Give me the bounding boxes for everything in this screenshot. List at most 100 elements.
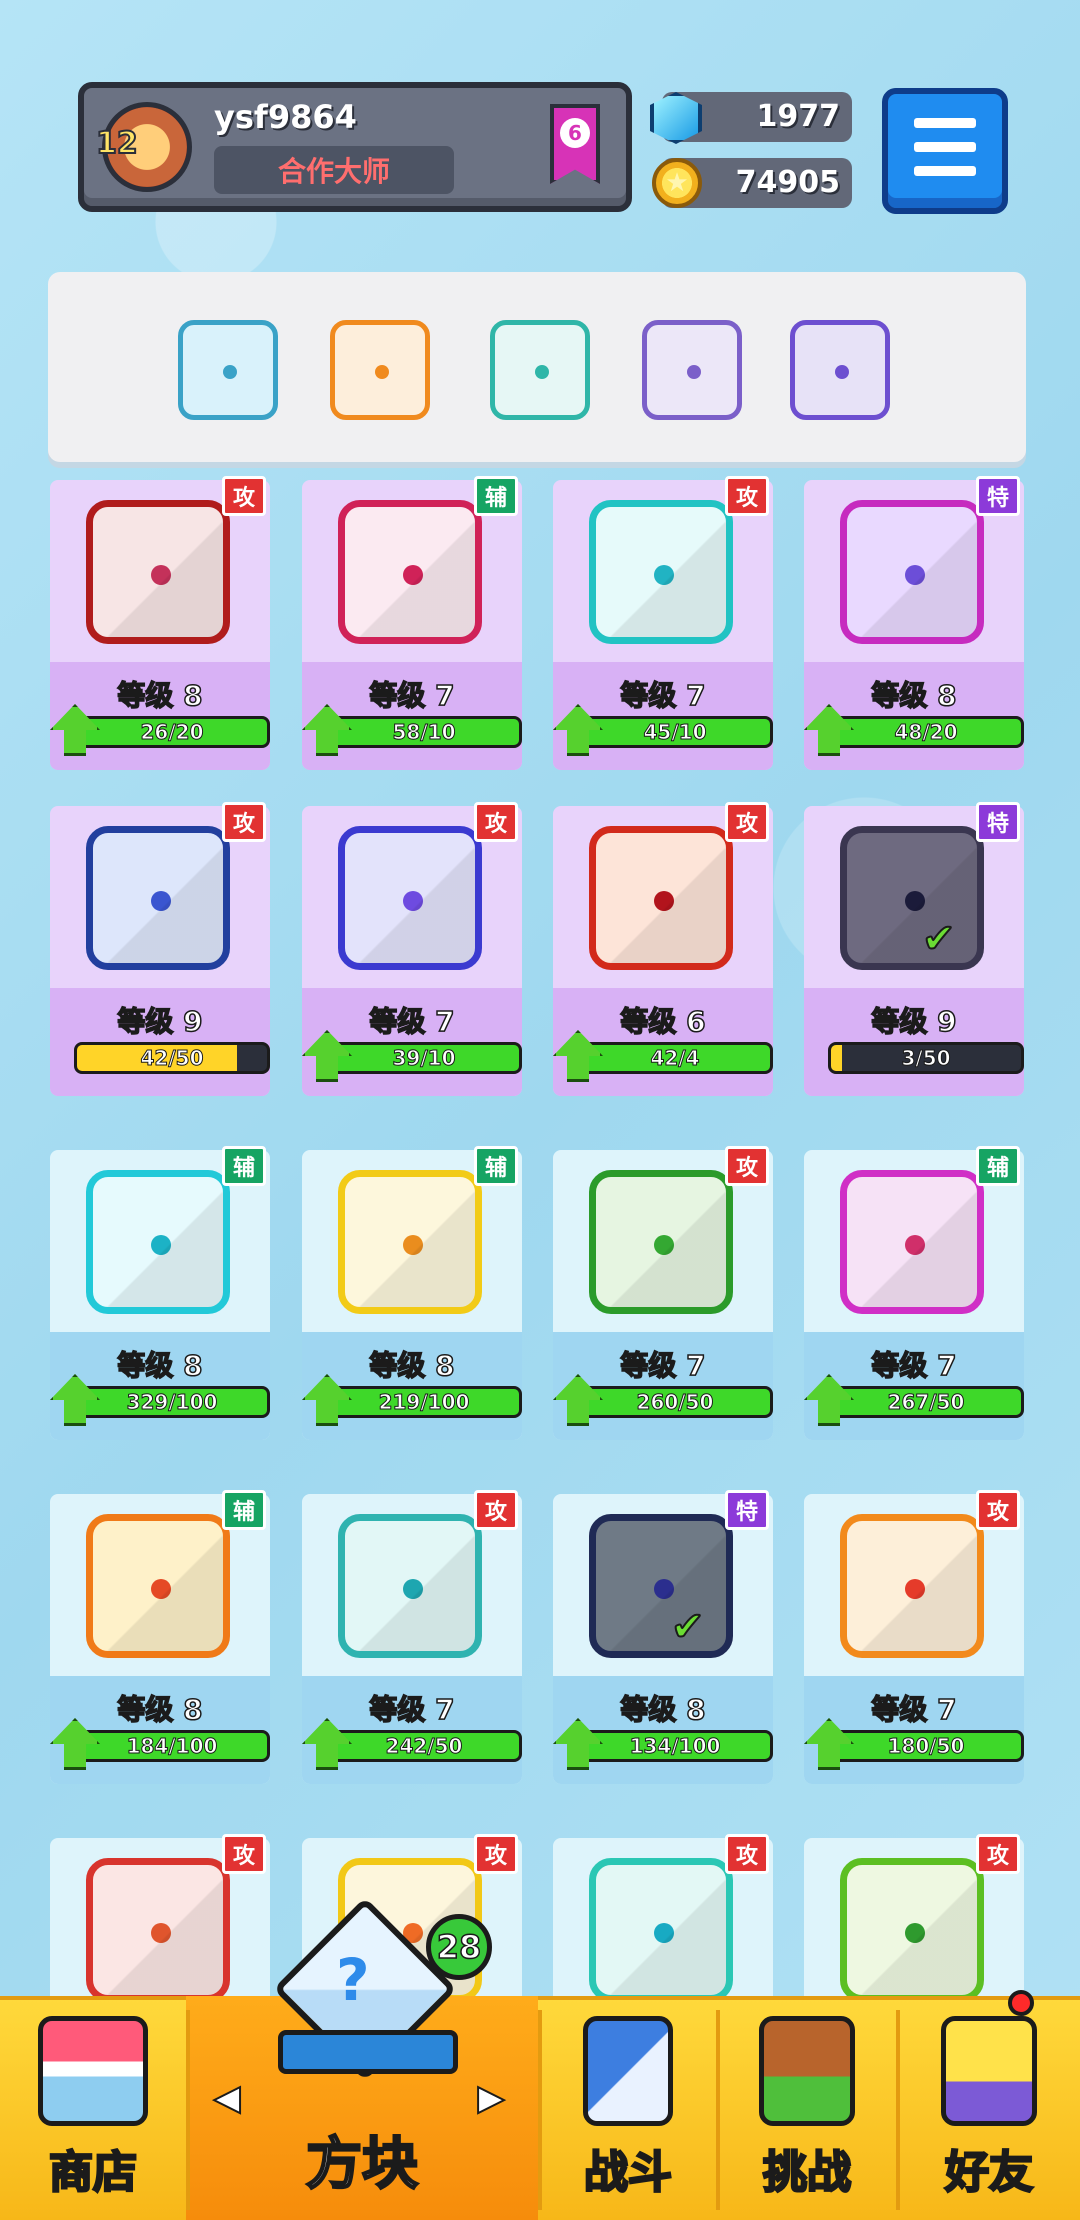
- block-pip: [403, 891, 423, 911]
- card-progress-bar: 260/50: [577, 1386, 773, 1418]
- block-card[interactable]: 特等级 8 48/20: [804, 476, 1024, 770]
- block-card[interactable]: 攻等级 7 180/50: [804, 1490, 1024, 1784]
- block-card[interactable]: ✔ 特等级 8 134/100: [553, 1490, 773, 1784]
- block-pip: [905, 891, 925, 911]
- card-progress-bar: 45/10: [577, 716, 773, 748]
- block-pip: [151, 565, 171, 585]
- block-face-icon: [338, 1514, 482, 1658]
- card-type-tag: 辅: [976, 1146, 1020, 1186]
- block-face-icon: [589, 1858, 733, 2002]
- card-progress-text: 58/10: [392, 720, 456, 745]
- card-type-tag: 辅: [474, 1146, 518, 1186]
- card-level: 等级 9: [117, 1004, 204, 1039]
- block-card[interactable]: 攻等级 7 260/50: [553, 1146, 773, 1440]
- card-progress-text: 260/50: [636, 1390, 714, 1415]
- block-pip: [654, 565, 674, 585]
- battle-shield-icon: [583, 2016, 673, 2126]
- block-pip: [403, 565, 423, 585]
- block-card[interactable]: 辅等级 8 184/100: [50, 1490, 270, 1784]
- card-type-tag: 攻: [725, 802, 769, 842]
- card-type-tag: 攻: [474, 1834, 518, 1874]
- card-level: 等级 7: [369, 1692, 456, 1727]
- card-progress-bar: 242/50: [326, 1730, 522, 1762]
- block-face-icon: [338, 1170, 482, 1314]
- card-type-tag: 攻: [222, 802, 266, 842]
- block-face-icon: [589, 500, 733, 644]
- card-progress-text: 45/10: [643, 720, 707, 745]
- block-pip: [151, 1579, 171, 1599]
- card-type-tag: 攻: [725, 1834, 769, 1874]
- nav-battle[interactable]: 战斗: [540, 1996, 716, 2220]
- block-face-icon: [840, 1170, 984, 1314]
- card-type-tag: 攻: [474, 802, 518, 842]
- block-face-icon: [86, 1170, 230, 1314]
- card-type-tag: 攻: [725, 1146, 769, 1186]
- card-level: 等级 8: [871, 678, 958, 713]
- card-progress-text: 329/100: [126, 1390, 218, 1415]
- card-progress-text: 134/100: [629, 1734, 721, 1759]
- block-card[interactable]: 攻等级 9 42/50: [50, 802, 270, 1096]
- card-level: 等级 8: [620, 1692, 707, 1727]
- nav-shop-label: 商店: [48, 2146, 139, 2200]
- card-progress-text: 3/50: [901, 1046, 951, 1071]
- friends-robot-icon: [941, 2016, 1037, 2126]
- block-card[interactable]: 攻等级 7 45/10: [553, 476, 773, 770]
- block-pip: [403, 1235, 423, 1255]
- block-card[interactable]: 辅等级 7 58/10: [302, 476, 522, 770]
- card-progress-text: 267/50: [887, 1390, 965, 1415]
- challenge-sign-icon: [759, 2016, 855, 2126]
- nav-shop[interactable]: 商店: [0, 1996, 186, 2220]
- card-grid: 攻等级 8 26/20 辅等级 7 58/10 攻等级 7 45/10 特等级 8 48/20…: [0, 0, 1080, 2220]
- block-pip: [403, 1579, 423, 1599]
- block-card[interactable]: 辅等级 7 267/50: [804, 1146, 1024, 1440]
- block-face-icon: [86, 1514, 230, 1658]
- block-face-icon: [840, 500, 984, 644]
- block-face-icon: [589, 1514, 733, 1658]
- card-progress-text: 219/100: [378, 1390, 470, 1415]
- card-progress-text: 48/20: [894, 720, 958, 745]
- block-face-icon: [86, 826, 230, 970]
- nav-cubes-label: 方块: [305, 2131, 420, 2199]
- card-progress-text: 42/4: [650, 1046, 700, 1071]
- nav-friends-label: 好友: [944, 2146, 1035, 2200]
- block-pip: [654, 1923, 674, 1943]
- card-level: 等级 7: [871, 1692, 958, 1727]
- shop-icon: [38, 2016, 148, 2126]
- card-progress-bar: 48/20: [828, 716, 1024, 748]
- card-level: 等级 8: [117, 678, 204, 713]
- block-face-icon: [338, 826, 482, 970]
- block-card[interactable]: 攻等级 6 42/4: [553, 802, 773, 1096]
- card-progress-bar: 184/100: [74, 1730, 270, 1762]
- nav-challenge-label: 挑战: [762, 2146, 853, 2200]
- nav-challenge[interactable]: 挑战: [718, 1996, 896, 2220]
- card-type-tag: 特: [976, 476, 1020, 516]
- card-progress-bar: 134/100: [577, 1730, 773, 1762]
- block-face-icon: [840, 1858, 984, 2002]
- card-type-tag: 攻: [474, 1490, 518, 1530]
- block-face-icon: [589, 826, 733, 970]
- block-face-icon: [589, 1170, 733, 1314]
- checkmark-icon: ✔: [670, 1603, 705, 1651]
- nav-cubes[interactable]: 方块: [186, 1996, 538, 2220]
- card-type-tag: 攻: [725, 476, 769, 516]
- card-level: 等级 7: [620, 678, 707, 713]
- block-face-icon: [86, 500, 230, 644]
- card-type-tag: 辅: [222, 1490, 266, 1530]
- card-progress-text: 42/50: [140, 1046, 204, 1071]
- block-card[interactable]: 辅等级 8 219/100: [302, 1146, 522, 1440]
- block-card[interactable]: 辅等级 8 329/100: [50, 1146, 270, 1440]
- block-card[interactable]: ✔ 特等级 9 3/50: [804, 802, 1024, 1096]
- block-card[interactable]: 攻等级 7 242/50: [302, 1490, 522, 1784]
- card-type-tag: 特: [976, 802, 1020, 842]
- card-progress-bar: 219/100: [326, 1386, 522, 1418]
- card-type-tag: 攻: [976, 1834, 1020, 1874]
- block-card[interactable]: 攻等级 8 26/20: [50, 476, 270, 770]
- card-progress-text: 26/20: [140, 720, 204, 745]
- card-progress-bar: 42/50: [74, 1042, 270, 1074]
- block-pip: [151, 891, 171, 911]
- card-progress-bar: 329/100: [74, 1386, 270, 1418]
- card-progress-text: 39/10: [392, 1046, 456, 1071]
- block-face-icon: [840, 826, 984, 970]
- block-card[interactable]: 攻等级 7 39/10: [302, 802, 522, 1096]
- nav-friends[interactable]: 好友: [898, 1996, 1080, 2220]
